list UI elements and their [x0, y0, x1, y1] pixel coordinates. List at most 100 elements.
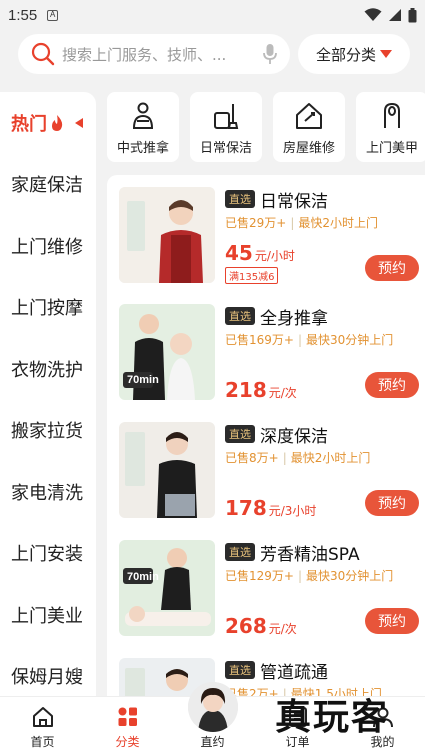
- nail-icon: [384, 102, 400, 128]
- sidebar-item-repair[interactable]: 上门维修: [0, 215, 96, 277]
- nav-category[interactable]: 分类: [85, 697, 170, 755]
- arrival-time: 最快30分钟上门: [306, 333, 394, 347]
- selected-badge: 直选: [225, 190, 255, 208]
- wifi-icon: [364, 8, 382, 21]
- service-card[interactable]: 直选 深度保洁 已售8万+ | 最快2小时上门 178 元/3小时 预约: [119, 422, 419, 532]
- service-title: 芳香精油SPA: [260, 544, 360, 565]
- sidebar-item-laundry[interactable]: 衣物洗护: [0, 338, 96, 400]
- duration-label: 70min: [127, 374, 159, 386]
- service-price: 178 元/3小时: [225, 496, 316, 520]
- book-button[interactable]: 预约: [365, 372, 419, 398]
- service-price: 268 元/次: [225, 614, 297, 638]
- service-thumbnail: [119, 422, 215, 518]
- sidebar-item-beauty[interactable]: 上门美业: [0, 584, 96, 646]
- service-info: 直选 日常保洁 已售29万+ | 最快2小时上门: [225, 187, 421, 231]
- service-info: 直选 芳香精油SPA 已售129万+ | 最快30分钟上门: [225, 540, 421, 584]
- sidebar-item-label: 上门按摩: [11, 298, 83, 320]
- price-value: 218: [225, 378, 267, 402]
- price-value: 268: [225, 614, 267, 638]
- service-info: 直选 全身推拿 已售169万+ | 最快30分钟上门: [225, 304, 421, 348]
- price-value: 178: [225, 496, 267, 520]
- service-title: 管道疏通: [260, 662, 328, 683]
- active-indicator-icon: [75, 117, 83, 128]
- service-meta: 已售169万+ | 最快30分钟上门: [225, 333, 394, 347]
- service-title: 深度保洁: [260, 426, 328, 447]
- signal-icon: [389, 9, 401, 21]
- sidebar-item-appliance-cleaning[interactable]: 家电清洗: [0, 461, 96, 523]
- selected-badge: 直选: [225, 307, 255, 325]
- price-unit: 元/次: [268, 622, 297, 636]
- book-button[interactable]: 预约: [365, 255, 419, 281]
- sidebar-item-label: 搬家拉货: [11, 421, 83, 443]
- service-price: 45 元/小时: [225, 241, 295, 265]
- sidebar-item-label: 上门美业: [11, 605, 83, 627]
- price-value: 45: [225, 241, 253, 265]
- sidebar-item-hot[interactable]: 热门: [0, 92, 96, 154]
- search-input[interactable]: 搜索上门服务、技师、...: [62, 44, 262, 65]
- service-card[interactable]: 直选 日常保洁 已售29万+ | 最快2小时上门 45 元/小时 满135减6 预约: [119, 187, 419, 297]
- sold-count: 已售169万+: [225, 333, 294, 347]
- search-icon: [31, 42, 55, 66]
- book-button[interactable]: 预约: [365, 608, 419, 634]
- tab-house-repair[interactable]: 房屋维修: [273, 92, 345, 162]
- sidebar-item-label: 衣物洗护: [11, 359, 83, 381]
- book-button[interactable]: 预约: [365, 490, 419, 516]
- sidebar-item-massage[interactable]: 上门按摩: [0, 277, 96, 339]
- sidebar-item-home-cleaning[interactable]: 家庭保洁: [0, 154, 96, 216]
- category-sidebar: 热门 家庭保洁 上门维修 上门按摩 衣物洗护 搬家拉货 家电清洗 上门安装 上门…: [0, 92, 96, 696]
- coupon-tag: 满135减6: [225, 267, 279, 284]
- fire-icon: [52, 114, 63, 131]
- sidebar-item-label: 保姆月嫂: [11, 667, 83, 689]
- selected-badge: 直选: [225, 543, 255, 561]
- tab-label: 中式推拿: [116, 141, 169, 156]
- watermark-logo: 真玩客: [275, 697, 390, 738]
- tab-daily-cleaning[interactable]: 日常保洁: [190, 92, 262, 162]
- service-card[interactable]: 70min 直选 芳香精油SPA 已售129万+ | 最快30分钟上门 268 元/次 …: [119, 540, 419, 650]
- arrival-time: 最快30分钟上门: [306, 569, 394, 583]
- sidebar-item-label: 上门维修: [11, 236, 83, 258]
- tab-label: 日常保洁: [199, 141, 252, 156]
- search-row: 搜索上门服务、技师、... 全部分类: [18, 34, 410, 74]
- service-card[interactable]: 70min 直选 全身推拿 已售169万+ | 最快30分钟上门 218 元/次 预约: [119, 304, 419, 414]
- status-icons: [364, 7, 417, 23]
- status-bar: 1:55 A: [0, 0, 425, 30]
- service-thumbnail: 70min: [119, 304, 215, 400]
- service-title: 日常保洁: [260, 191, 328, 212]
- tab-label: 房屋维修: [282, 141, 335, 156]
- arrival-time: 最快2小时上门: [290, 451, 371, 465]
- search-box[interactable]: 搜索上门服务、技师、...: [18, 34, 290, 74]
- nav-label: 直约: [200, 735, 225, 749]
- price-unit: 元/次: [268, 386, 297, 400]
- service-thumbnail: 70min: [119, 540, 215, 636]
- microphone-icon[interactable]: [262, 43, 278, 65]
- all-categories-button[interactable]: 全部分类: [298, 34, 410, 74]
- caret-down-icon: [380, 50, 392, 58]
- subcategory-tabs: 中式推拿 日常保洁 房屋维修 上门美甲: [107, 92, 425, 162]
- avatar[interactable]: [188, 682, 238, 732]
- sold-count: 已售8万+: [225, 451, 279, 465]
- massage-icon: [132, 102, 154, 129]
- service-thumbnail: [119, 187, 215, 283]
- category-icon: [118, 707, 137, 726]
- nav-home[interactable]: 首页: [0, 697, 85, 755]
- sidebar-item-installation[interactable]: 上门安装: [0, 523, 96, 585]
- arrival-time: 最快2小时上门: [298, 216, 379, 230]
- home-icon: [32, 707, 53, 727]
- all-categories-label: 全部分类: [315, 45, 376, 64]
- battery-icon: [408, 7, 417, 22]
- tab-nail-service[interactable]: 上门美甲: [356, 92, 425, 162]
- sold-count: 已售129万+: [225, 569, 294, 583]
- nav-label: 分类: [115, 735, 140, 749]
- duration-label: 70min: [127, 571, 159, 583]
- sidebar-item-nanny[interactable]: 保姆月嫂: [0, 646, 96, 697]
- sidebar-item-moving[interactable]: 搬家拉货: [0, 400, 96, 462]
- status-time: 1:55: [8, 6, 38, 24]
- price-unit: 元/小时: [254, 249, 295, 263]
- tab-label: 上门美甲: [365, 141, 418, 156]
- tab-chinese-massage[interactable]: 中式推拿: [107, 92, 179, 162]
- notification-icon: A: [47, 9, 59, 21]
- service-info: 直选 深度保洁 已售8万+ | 最快2小时上门: [225, 422, 421, 466]
- service-price: 218 元/次: [225, 378, 297, 402]
- sidebar-item-label: 家电清洗: [11, 482, 83, 504]
- selected-badge: 直选: [225, 661, 255, 679]
